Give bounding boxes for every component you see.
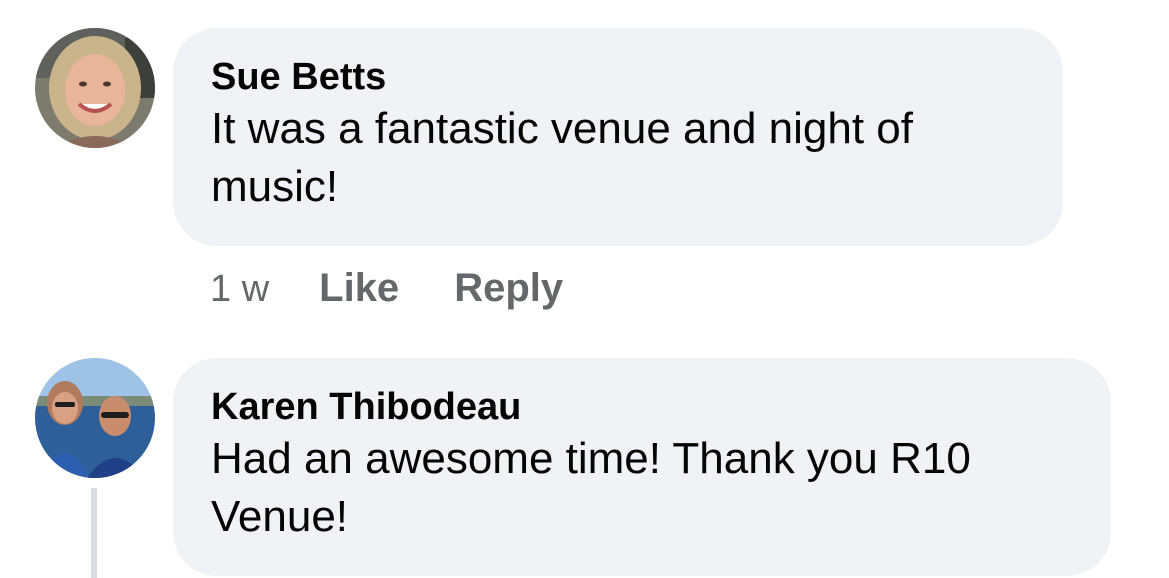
comment-item: Karen Thibodeau Had an awesome time! Tha… (0, 0, 1169, 578)
avatar[interactable] (35, 358, 155, 478)
comment-bubble: Karen Thibodeau Had an awesome time! Tha… (173, 358, 1111, 576)
comment-author[interactable]: Karen Thibodeau (211, 384, 1073, 430)
comment-text: Had an awesome time! Thank you R10 Venue… (211, 434, 971, 541)
reply-thread-line (91, 488, 97, 578)
